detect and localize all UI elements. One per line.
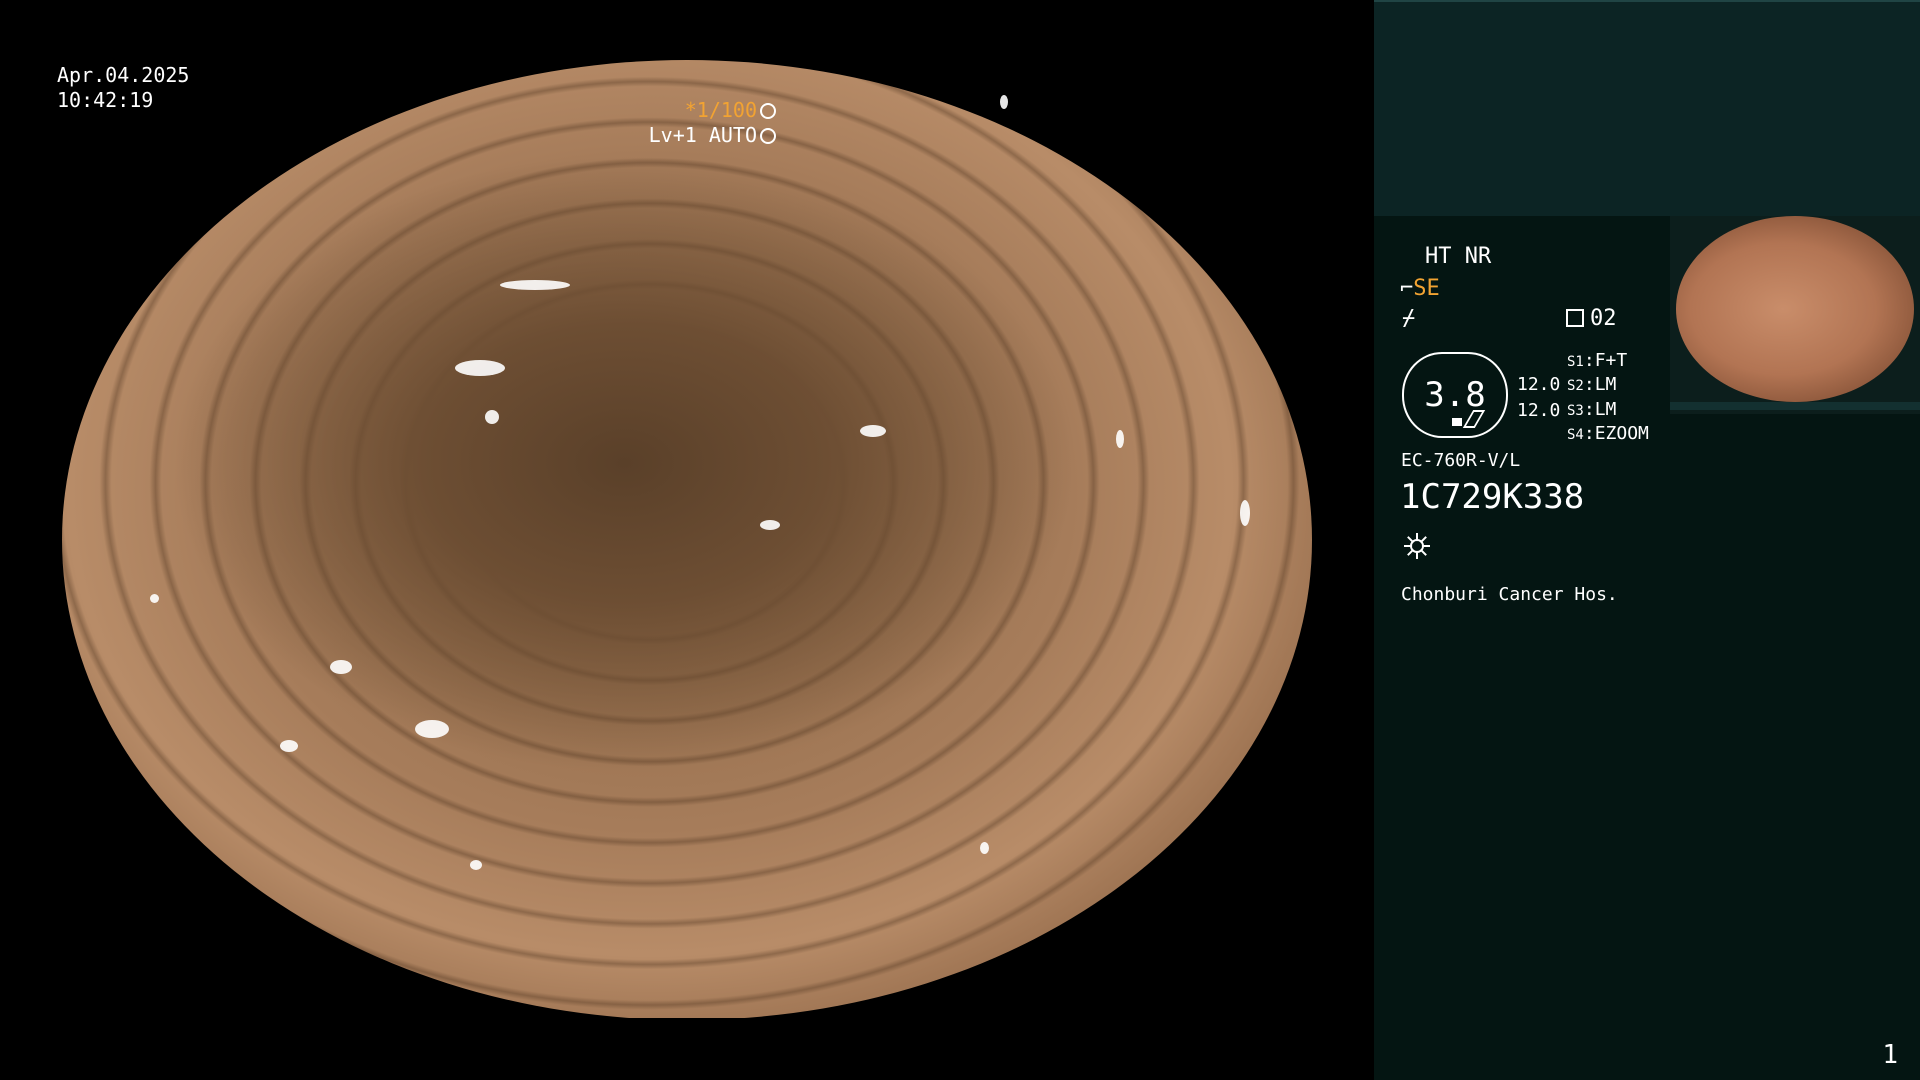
aperture-icon	[760, 103, 776, 119]
page-number: 1	[1882, 1040, 1898, 1070]
specular-highlight	[1240, 500, 1250, 526]
scope-mode-icon: ⌐	[1400, 276, 1414, 301]
switch-key: S1	[1567, 354, 1584, 370]
switch-s2: S2:LM	[1567, 374, 1617, 395]
memo-value: 02	[1590, 306, 1617, 331]
switch-key: S2	[1567, 378, 1584, 394]
endoscopic-image	[62, 60, 1312, 1020]
enhancement-mode: HT NR	[1425, 244, 1492, 269]
memo-icon	[1566, 309, 1584, 327]
specular-highlight	[1000, 95, 1008, 109]
time: 10:42:19	[57, 88, 154, 112]
specular-highlight	[280, 740, 298, 752]
specular-highlight	[980, 842, 989, 854]
view-mask-top	[0, 0, 1374, 60]
specular-highlight	[330, 660, 352, 674]
sun-core	[1412, 541, 1422, 551]
switch-key: S3	[1567, 403, 1584, 419]
thumbnail-preview[interactable]	[1670, 216, 1920, 414]
info-panel-header	[1374, 0, 1920, 216]
switch-s3: S3:LM	[1567, 399, 1617, 420]
specular-highlight	[760, 520, 780, 530]
date: Apr.04.2025	[57, 63, 190, 87]
specular-highlight	[415, 720, 449, 738]
value-2: 12.0	[1517, 400, 1561, 421]
specular-highlight	[860, 425, 886, 437]
hospital-name: Chonburi Cancer Hos.	[1401, 584, 1618, 605]
shutter-info: *1/100 Lv+1 AUTO	[649, 98, 776, 148]
endoscope-view: Apr.04.2025 10:42:19 *1/100 Lv+1 AUTO	[0, 0, 1374, 1080]
value-1: 12.0	[1517, 374, 1561, 395]
specular-highlight	[500, 280, 570, 290]
freeze-icon: ⌿	[1402, 306, 1416, 331]
scope-serial: 1C729K338	[1400, 477, 1585, 517]
thumbnail-image	[1676, 216, 1914, 402]
switch-value: LM	[1594, 399, 1617, 420]
ring-indicator-bar	[1452, 418, 1462, 426]
date-time: Apr.04.2025 10:42:19	[57, 63, 189, 113]
switch-value: LM	[1594, 374, 1617, 395]
switch-s4: S4:EZOOM	[1567, 423, 1649, 444]
switch-value: F+T	[1594, 350, 1628, 371]
magnification-ring: 3.8	[1402, 352, 1508, 438]
switch-s1: S1:F+T	[1567, 350, 1628, 371]
specular-highlight	[470, 860, 482, 870]
iris-level: Lv+1 AUTO	[648, 123, 757, 147]
specular-highlight	[150, 594, 159, 603]
switch-value: EZOOM	[1594, 423, 1649, 444]
thumbnail-caption-bar	[1670, 402, 1920, 410]
specular-highlight	[1116, 430, 1124, 448]
shutter-speed: *1/100	[684, 98, 757, 122]
specular-highlight	[455, 360, 505, 376]
switch-key: S4	[1567, 427, 1584, 443]
specular-highlight	[485, 410, 499, 424]
light-sun-icon	[1404, 533, 1430, 559]
auto-iris-icon	[760, 128, 776, 144]
se-row: ⌐SE	[1400, 276, 1440, 302]
magnification-value: 3.8	[1424, 375, 1486, 415]
view-mask-bottom	[0, 1018, 1374, 1080]
memo-row: 02	[1566, 306, 1617, 332]
scope-model: EC-760R-V/L	[1401, 450, 1521, 471]
se-label: SE	[1413, 276, 1440, 301]
